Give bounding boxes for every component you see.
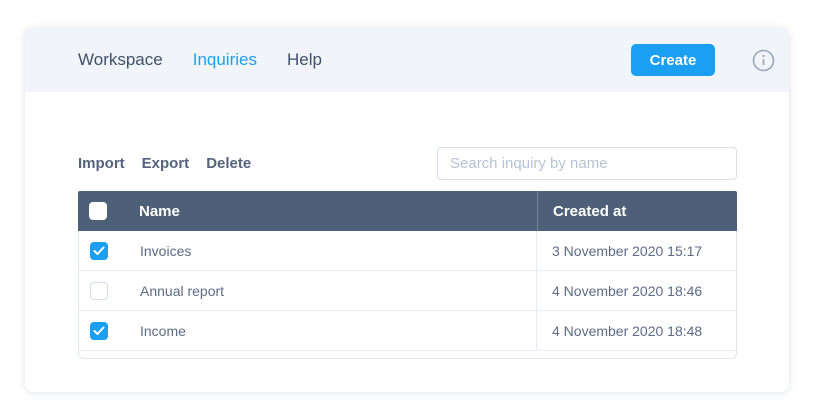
table-row[interactable]: Annual report 4 November 2020 18:46 — [79, 271, 736, 311]
select-all-checkbox[interactable] — [89, 202, 107, 220]
page-content: Import Export Delete Name Created at — [25, 147, 789, 359]
row-created-at: 4 November 2020 18:46 — [536, 271, 736, 310]
main-nav: Workspace Inquiries Help — [78, 50, 322, 70]
row-created-at: 4 November 2020 18:48 — [536, 311, 736, 350]
search-input[interactable] — [437, 147, 737, 180]
delete-link[interactable]: Delete — [206, 155, 251, 172]
row-created-at: 3 November 2020 15:17 — [536, 231, 736, 270]
table-row[interactable]: Income 4 November 2020 18:48 — [79, 311, 736, 351]
table-row[interactable]: Invoices 3 November 2020 15:17 — [79, 231, 736, 271]
header-checkbox-cell — [78, 202, 139, 220]
import-link[interactable]: Import — [78, 155, 125, 172]
nav-item-workspace[interactable]: Workspace — [78, 50, 163, 70]
top-navbar: Workspace Inquiries Help Create — [25, 28, 789, 92]
info-icon[interactable] — [752, 49, 775, 72]
row-checkbox[interactable] — [90, 322, 108, 340]
row-name: Income — [140, 323, 536, 339]
export-link[interactable]: Export — [142, 155, 190, 172]
info-icon-glyph — [752, 49, 775, 72]
row-name: Invoices — [140, 243, 536, 259]
nav-item-inquiries[interactable]: Inquiries — [193, 50, 257, 70]
row-name: Annual report — [140, 283, 536, 299]
column-header-name: Name — [139, 203, 537, 220]
table-body: Invoices 3 November 2020 15:17 Annual re… — [78, 231, 737, 359]
nav-item-help[interactable]: Help — [287, 50, 322, 70]
row-checkbox-cell — [79, 322, 140, 340]
row-checkbox-cell — [79, 282, 140, 300]
row-checkbox[interactable] — [90, 282, 108, 300]
inquiries-table: Name Created at Invoices 3 November 2020… — [78, 191, 737, 359]
table-toolbar: Import Export Delete — [78, 147, 737, 180]
row-checkbox[interactable] — [90, 242, 108, 260]
app-card: Workspace Inquiries Help Create Import E… — [25, 28, 789, 392]
checkmark-icon — [93, 246, 105, 256]
column-header-created-at: Created at — [537, 191, 737, 231]
bulk-actions: Import Export Delete — [78, 155, 251, 172]
row-checkbox-cell — [79, 242, 140, 260]
create-button[interactable]: Create — [631, 44, 715, 76]
table-header-row: Name Created at — [78, 191, 737, 231]
checkmark-icon — [93, 326, 105, 336]
